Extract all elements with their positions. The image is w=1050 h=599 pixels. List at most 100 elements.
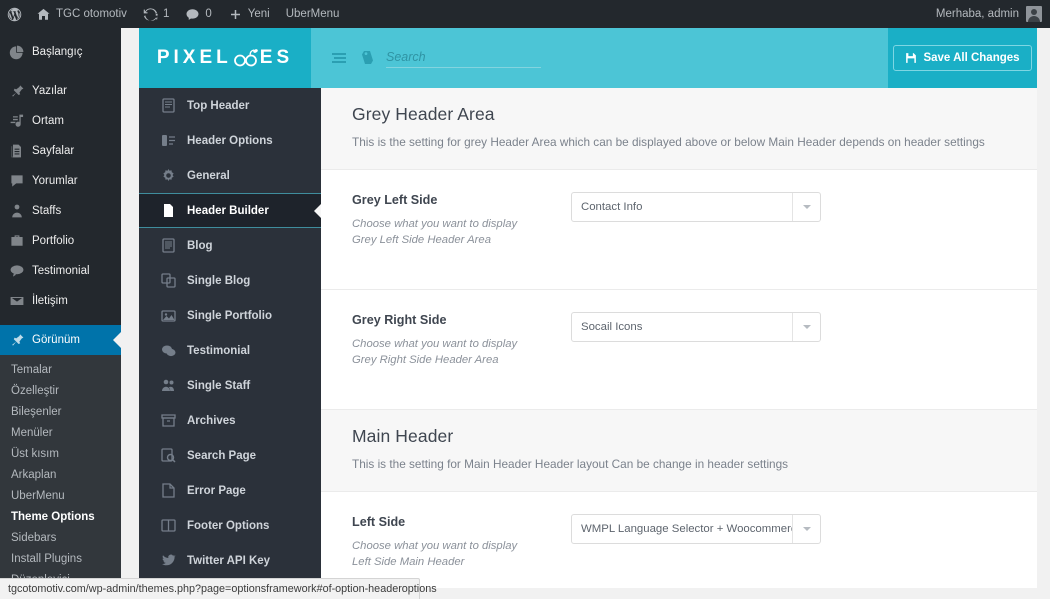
sidebar-subitem-arkaplan[interactable]: Arkaplan: [0, 464, 121, 485]
chevron-down-icon[interactable]: [792, 313, 820, 341]
updates-button[interactable]: 1: [135, 0, 177, 28]
sidebar-subitem-install-plugins[interactable]: Install Plugins: [0, 548, 121, 569]
brand-logo-right: ES: [259, 47, 294, 68]
options-nav-item-header-builder[interactable]: Header Builder: [139, 193, 321, 228]
field-label: Grey Right Side: [352, 313, 447, 327]
sidebar-item-sayfalar[interactable]: Sayfalar: [0, 136, 121, 166]
sidebar-label: Başlangıç: [32, 46, 83, 58]
options-nav-item-single-portfolio[interactable]: Single Portfolio: [139, 298, 321, 333]
menu-spacer-2: [0, 316, 121, 325]
options-nav-label: Single Blog: [187, 274, 251, 287]
sidebar-subitem-ust-kisim[interactable]: Üst kısım: [0, 443, 121, 464]
options-nav-item-testimonial[interactable]: Testimonial: [139, 333, 321, 368]
field-hint-line1: Choose what you want to display: [352, 218, 518, 230]
section-title: Main Header: [352, 426, 454, 446]
field-label: Left Side: [352, 515, 406, 529]
sidebar-item-yazilar[interactable]: Yazılar: [0, 76, 121, 106]
section-header-main-header: Main Header This is the setting for Main…: [321, 410, 1037, 492]
sidebar-item-ortam[interactable]: Ortam: [0, 106, 121, 136]
options-nav-label: General: [187, 169, 230, 182]
glasses-icon: [233, 49, 259, 67]
options-nav-label: Twitter API Key: [187, 554, 271, 567]
single-portfolio-icon: [161, 308, 176, 323]
panel-header-tools: [311, 48, 541, 68]
options-nav-item-header-options[interactable]: Header Options: [139, 123, 321, 158]
new-content-button[interactable]: Yeni: [220, 0, 278, 28]
options-nav-label: Error Page: [187, 484, 246, 497]
sidebar-subitem-theme-options[interactable]: Theme Options: [0, 506, 121, 527]
sidebar-label: Yorumlar: [32, 175, 78, 187]
testimonial-icon: [9, 263, 25, 279]
error-page-icon: [161, 483, 176, 498]
field-hint-line2: Grey Left Side Header Area: [352, 234, 491, 247]
options-nav-item-archives[interactable]: Archives: [139, 403, 321, 438]
grey-right-side-select[interactable]: Socail Icons: [571, 312, 821, 342]
new-content-label: Yeni: [247, 8, 270, 20]
field-hint: Choose what you want to display Grey Rig…: [352, 336, 571, 369]
search-input[interactable]: [386, 48, 541, 68]
options-nav-item-single-staff[interactable]: Single Staff: [139, 368, 321, 403]
greeting-label: Merhaba, admin: [935, 8, 1019, 20]
field-hint-line1: Choose what you want to display: [352, 540, 518, 552]
left-side-select[interactable]: WMPL Language Selector + Woocommerce car…: [571, 514, 821, 544]
save-all-changes-button[interactable]: Save All Changes: [893, 45, 1032, 71]
options-nav-item-error-page[interactable]: Error Page: [139, 473, 321, 508]
options-nav-item-search-page[interactable]: Search Page: [139, 438, 321, 473]
options-nav-item-top-header[interactable]: Top Header: [139, 88, 321, 123]
brand-logo-text: PIXEL ES: [157, 47, 293, 69]
options-nav: Top Header Header Options General Header…: [139, 88, 321, 588]
chevron-down-icon[interactable]: [792, 193, 820, 221]
chevron-down-icon[interactable]: [792, 515, 820, 543]
sidebar-item-staffs[interactable]: Staffs: [0, 196, 121, 226]
wp-admin-bar: TGC otomotiv 1 0 Yeni UberMenu Merhaba, …: [0, 0, 1050, 28]
search-tag-icon[interactable]: [361, 50, 377, 66]
list-toggle-icon[interactable]: [331, 50, 347, 66]
select-value: Contact Info: [581, 201, 643, 213]
testimonial-bubble-icon: [161, 343, 176, 358]
select-value: Socail Icons: [581, 321, 643, 333]
sidebar-subitem-ozellestir[interactable]: Özelleştir: [0, 380, 121, 401]
options-nav-item-blog[interactable]: Blog: [139, 228, 321, 263]
appearance-icon: [9, 332, 25, 348]
sidebar-subitem-ubermenu[interactable]: UberMenu: [0, 485, 121, 506]
ubermenu-button[interactable]: UberMenu: [278, 0, 348, 28]
options-nav-item-twitter-api-key[interactable]: Twitter API Key: [139, 543, 321, 578]
mail-icon: [9, 293, 25, 309]
options-nav-label: Single Portfolio: [187, 309, 272, 322]
field-hint-line1: Choose what you want to display: [352, 338, 518, 350]
panel-search-group: [361, 48, 541, 68]
sidebar-item-gorunum[interactable]: Görünüm: [0, 325, 121, 355]
options-nav-item-footer-options[interactable]: Footer Options: [139, 508, 321, 543]
twitter-icon: [161, 553, 176, 568]
site-name-button[interactable]: TGC otomotiv: [28, 0, 135, 28]
sidebar-item-portfolio[interactable]: Portfolio: [0, 226, 121, 256]
menu-spacer-1: [0, 67, 121, 76]
header-builder-icon: [161, 203, 176, 218]
options-nav-label: Single Staff: [187, 379, 251, 392]
sidebar-subitem-temalar[interactable]: Temalar: [0, 359, 121, 380]
options-nav-item-single-blog[interactable]: Single Blog: [139, 263, 321, 298]
sidebar-subitem-bilesenler[interactable]: Bileşenler: [0, 401, 121, 422]
single-staff-icon: [161, 378, 176, 393]
plus-icon: [228, 7, 243, 22]
sidebar-subitem-menuler[interactable]: Menüler: [0, 422, 121, 443]
sidebar-item-baslangic[interactable]: Başlangıç: [0, 37, 121, 67]
pin-icon: [9, 83, 25, 99]
field-label: Grey Left Side: [352, 193, 438, 207]
floppy-disk-icon: [905, 52, 917, 64]
sidebar-item-yorumlar[interactable]: Yorumlar: [0, 166, 121, 196]
grey-left-side-select[interactable]: Contact Info: [571, 192, 821, 222]
save-button-label: Save All Changes: [923, 52, 1020, 64]
sidebar-subitem-sidebars[interactable]: Sidebars: [0, 527, 121, 548]
sidebar-item-testimonial[interactable]: Testimonial: [0, 256, 121, 286]
options-nav-item-general[interactable]: General: [139, 158, 321, 193]
sidebar-item-iletisim[interactable]: İletişim: [0, 286, 121, 316]
sidebar-label: Yazılar: [32, 85, 67, 97]
sidebar-label: Staffs: [32, 205, 62, 217]
comments-button[interactable]: 0: [177, 0, 219, 28]
field-label-group: Grey Left Side Choose what you want to d…: [352, 192, 571, 249]
account-area[interactable]: Merhaba, admin: [936, 6, 1050, 22]
wordpress-logo-button[interactable]: [0, 0, 28, 28]
update-icon: [143, 7, 158, 22]
home-icon: [36, 7, 51, 22]
